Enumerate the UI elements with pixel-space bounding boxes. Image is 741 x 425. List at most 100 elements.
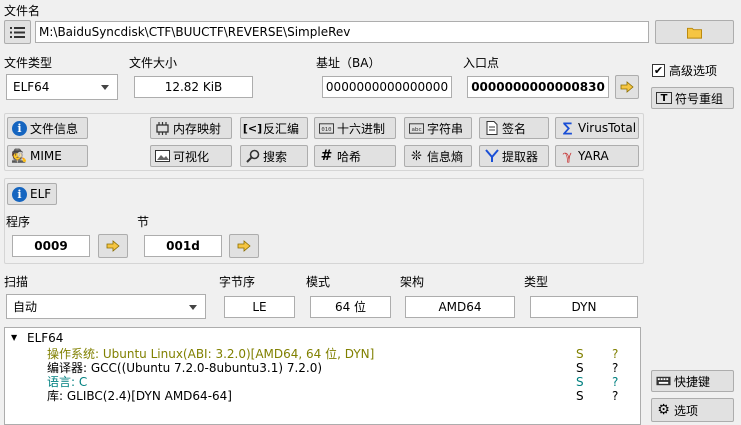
arrow-right-icon xyxy=(237,240,251,252)
hex-button[interactable]: 010 十六进制 xyxy=(314,117,396,139)
chevron-down-icon xyxy=(189,305,197,310)
info-icon: i xyxy=(12,120,27,136)
symbol-rename-label: 符号重组 xyxy=(675,91,724,106)
extractor-button[interactable]: 提取器 xyxy=(479,145,549,167)
file-size-label: 文件大小 xyxy=(129,56,178,70)
extractor-icon xyxy=(484,149,499,164)
scan-select[interactable]: 自动 xyxy=(6,294,206,319)
symbol-rename-button[interactable]: T 符号重组 xyxy=(651,87,734,109)
memory-chip-icon xyxy=(155,121,170,136)
result-text: 编译器: GCC((Ubuntu 7.2.0-8ubuntu3.1) 7.2.0… xyxy=(47,361,323,375)
file-info-button[interactable]: i 文件信息 xyxy=(7,117,88,139)
document-icon xyxy=(484,121,499,136)
scan-value: 自动 xyxy=(13,300,38,314)
file-type-label: 文件类型 xyxy=(4,56,53,70)
file-path-input[interactable]: M:\BaiduSyncdisk\CTF\BUUCTF\REVERSE\Simp… xyxy=(35,21,649,43)
arrow-right-icon xyxy=(620,81,634,93)
scan-results-tree[interactable]: ▼ ELF64 操作系统: Ubuntu Linux(ABI: 3.2.0)[A… xyxy=(4,327,641,425)
virustotal-button[interactable]: ∑ VirusTotal xyxy=(555,117,639,139)
hash-icon: # xyxy=(320,148,333,164)
open-file-button[interactable] xyxy=(655,20,734,44)
scan-label: 扫描 xyxy=(4,275,29,289)
visualization-button[interactable]: 可视化 xyxy=(150,145,232,167)
shortcuts-label: 快捷键 xyxy=(674,374,711,389)
mime-button[interactable]: 🕵 MIME xyxy=(7,145,88,167)
visualization-label: 可视化 xyxy=(173,149,210,164)
search-label: 搜索 xyxy=(263,149,288,164)
info-icon: i xyxy=(12,186,27,202)
entry-point-go-button[interactable] xyxy=(615,75,639,99)
search-icon xyxy=(245,149,260,164)
strings-icon: abc xyxy=(409,121,424,136)
result-text: 库: GLIBC(2.4)[DYN AMD64-64] xyxy=(47,389,232,403)
base-address-label: 基址（BA） xyxy=(316,56,381,70)
result-flag-q: ? xyxy=(612,389,619,403)
hash-button[interactable]: # 哈希 xyxy=(314,145,396,167)
type-label: 类型 xyxy=(524,275,549,289)
result-flag-s: S xyxy=(576,389,584,403)
list-item[interactable]: 库: GLIBC(2.4)[DYN AMD64-64] S? xyxy=(5,389,640,403)
extractor-label: 提取器 xyxy=(502,149,539,164)
list-item[interactable]: 操作系统: Ubuntu Linux(ABI: 3.2.0)[AMD64, 64… xyxy=(5,347,640,361)
section-label: 节 xyxy=(137,215,150,229)
advanced-options-checkbox[interactable]: ✔ 高级选项 xyxy=(652,62,717,79)
program-go-button[interactable] xyxy=(98,234,128,258)
signatures-label: 签名 xyxy=(502,121,527,136)
mime-icon: 🕵 xyxy=(11,148,28,164)
gear-icon: ⚙ xyxy=(657,402,670,418)
mime-label: MIME xyxy=(30,149,62,163)
virustotal-label: VirusTotal xyxy=(578,121,637,135)
advanced-options-label: 高级选项 xyxy=(669,64,718,78)
mode-label: 模式 xyxy=(306,275,331,289)
list-button[interactable] xyxy=(4,20,31,44)
entropy-icon: ❊ xyxy=(411,148,422,164)
tree-root-row[interactable]: ▼ ELF64 xyxy=(5,331,640,345)
base-address-field: 0000000000000000 xyxy=(322,76,452,98)
result-text: 操作系统: Ubuntu Linux(ABI: 3.2.0)[AMD64, 64… xyxy=(47,347,375,361)
arch-label: 架构 xyxy=(400,275,425,289)
chevron-down-icon xyxy=(101,85,109,90)
strings-label: 字符串 xyxy=(427,121,464,136)
memory-map-label: 内存映射 xyxy=(173,121,222,136)
result-flag-s: S xyxy=(576,347,584,361)
file-name-label: 文件名 xyxy=(4,4,41,18)
svg-text:abc: abc xyxy=(411,126,421,132)
checkbox-checked-icon: ✔ xyxy=(652,64,665,77)
file-info-label: 文件信息 xyxy=(30,121,79,136)
list-icon xyxy=(10,25,25,40)
program-count-field: 0009 xyxy=(12,235,90,257)
folder-icon xyxy=(687,25,702,40)
file-type-select[interactable]: ELF64 xyxy=(6,74,118,100)
shortcuts-button[interactable]: 快捷键 xyxy=(651,370,734,392)
expand-arrow-icon[interactable]: ▼ xyxy=(11,331,17,345)
elf-button[interactable]: i ELF xyxy=(7,183,57,205)
entropy-label: 信息熵 xyxy=(427,149,464,164)
options-button[interactable]: ⚙ 选项 xyxy=(651,398,734,422)
search-button[interactable]: 搜索 xyxy=(240,145,308,167)
hash-label: 哈希 xyxy=(337,149,362,164)
yara-button[interactable]: ℽ YARA xyxy=(555,145,639,167)
tree-root-label: ELF64 xyxy=(27,331,64,345)
entropy-button[interactable]: ❊ 信息熵 xyxy=(404,145,472,167)
list-item[interactable]: 语言: C S? xyxy=(5,375,640,389)
result-flag-s: S xyxy=(576,361,584,375)
file-size-field: 12.82 KiB xyxy=(134,76,253,98)
result-text: 语言: C xyxy=(47,375,88,389)
memory-map-button[interactable]: 内存映射 xyxy=(150,117,232,139)
disassembly-button[interactable]: [<] 反汇编 xyxy=(240,117,308,139)
list-item[interactable]: 编译器: GCC((Ubuntu 7.2.0-8ubuntu3.1) 7.2.0… xyxy=(5,361,640,375)
entry-point-label: 入口点 xyxy=(463,56,500,70)
strings-button[interactable]: abc 字符串 xyxy=(404,117,472,139)
entry-point-field: 0000000000000830 xyxy=(467,76,609,98)
svg-text:010: 010 xyxy=(321,126,332,132)
signatures-button[interactable]: 签名 xyxy=(479,117,549,139)
endian-label: 字节序 xyxy=(219,275,256,289)
section-go-button[interactable] xyxy=(229,234,259,258)
program-label: 程序 xyxy=(6,215,31,229)
result-flag-q: ? xyxy=(612,361,619,375)
keyboard-icon xyxy=(656,374,671,389)
arch-field: AMD64 xyxy=(405,296,515,318)
result-flag-q: ? xyxy=(612,347,619,361)
section-count-field: 001d xyxy=(144,235,222,257)
arrow-right-icon xyxy=(106,240,120,252)
